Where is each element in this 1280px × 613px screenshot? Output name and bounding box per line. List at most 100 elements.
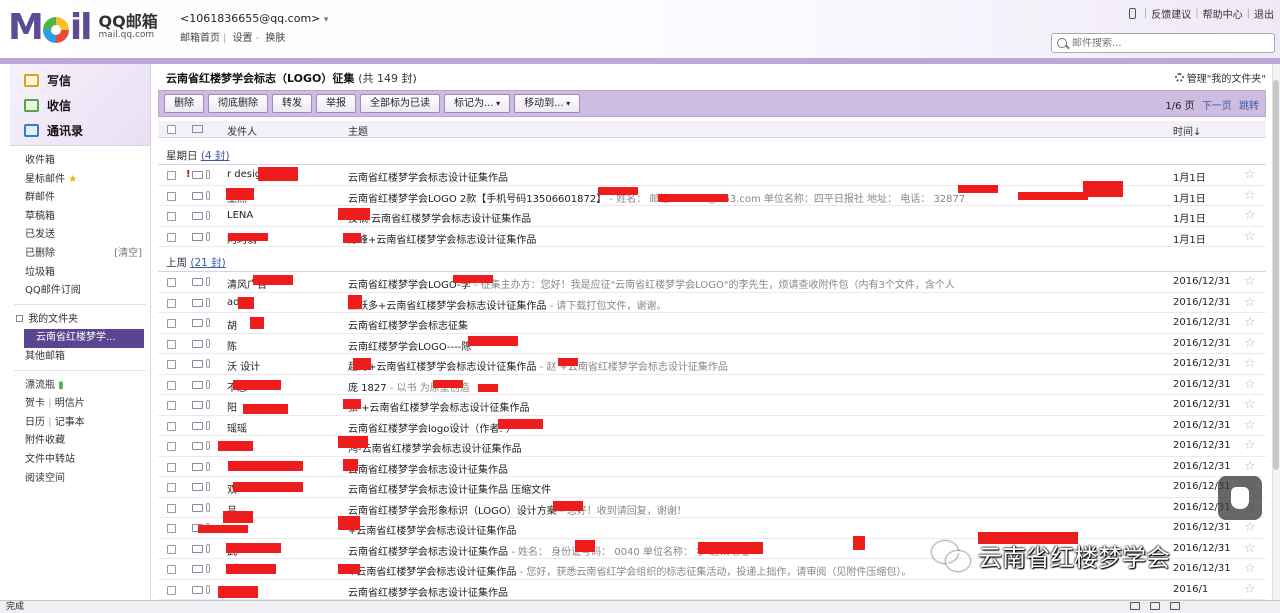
table-row[interactable]: 阿珂翁陈峰+云南省红楼梦学会标志设计征集作品 1月1日☆ — [158, 227, 1266, 247]
star-icon[interactable]: ☆ — [1244, 167, 1256, 182]
sidebar-item-cards[interactable]: 贺卡 | 明信片 — [10, 395, 150, 414]
sidebar-item-group-mail[interactable]: 群邮件 — [10, 189, 150, 208]
row-checkbox[interactable] — [167, 585, 176, 595]
row-subject[interactable]: 庞 1827 - 以书 为原型创造 — [348, 379, 1148, 394]
row-checkbox[interactable] — [167, 380, 176, 390]
table-row[interactable]: 鸿-云南省红楼梦学会标志设计征集作品 2016/12/31 ☆ — [158, 436, 1266, 457]
receive-button[interactable]: 收信 — [10, 93, 150, 118]
sidebar-item-calendar[interactable]: 日历 — [25, 417, 45, 428]
row-subject[interactable]: 鸿-云南省红楼梦学会标志设计征集作品 — [348, 440, 1148, 455]
star-icon[interactable]: ☆ — [1244, 295, 1256, 310]
row-sender[interactable]: 胡 — [227, 317, 337, 332]
table-row[interactable]: LENA 投稿 云南省红楼梦学会标志设计征集作品 1月1日 ☆ — [158, 206, 1266, 227]
table-row[interactable]: 陈 云南红楼梦学会LOGO----陈 2016/12/31 ☆ — [158, 334, 1266, 354]
sidebar-item-postcard[interactable]: 明信片 — [55, 398, 85, 409]
table-row[interactable]: 瑶瑶 云南省红楼梦学会logo设计（作者: ） 2016/12/31 ☆ — [158, 416, 1266, 436]
row-checkbox[interactable] — [167, 191, 176, 201]
row-sender[interactable]: 陈 — [227, 338, 337, 353]
star-icon[interactable]: ☆ — [1244, 561, 1256, 576]
select-all-checkbox[interactable] — [167, 125, 176, 134]
row-subject[interactable]: 云南省红楼梦学会标志设计征集作品 — [348, 461, 1148, 476]
group-count[interactable]: (21 封) — [190, 257, 225, 269]
column-sender[interactable]: 发件人 — [227, 123, 257, 138]
row-checkbox[interactable] — [167, 298, 176, 308]
sidebar-item-bottle[interactable]: 漂流瓶 ▮ — [10, 377, 150, 396]
table-row[interactable]: 吕 云南省红楼梦学会形象标识（LOGO）设计方案 - 您好！收到请回复，谢谢！2… — [158, 498, 1266, 518]
collapse-icon[interactable] — [16, 314, 23, 322]
report-button[interactable]: 举报 — [316, 94, 356, 113]
row-checkbox[interactable] — [167, 232, 176, 242]
table-row[interactable]: 阳 张 +云南省红楼梦学会标志设计征集作品 2016/12/31 ☆ — [158, 395, 1266, 416]
link-logout[interactable]: 退出 — [1254, 6, 1274, 21]
sidebar-item-active-folder[interactable]: 云南省红楼梦学... — [24, 329, 144, 348]
row-subject[interactable]: 赵海+云南省红楼梦学会标志设计征集作品 - 赵 +云南省红楼梦学会标志设计征集作… — [348, 358, 1148, 373]
row-checkbox[interactable] — [167, 565, 176, 574]
sidebar-item-calendar-notes[interactable]: 日历 | 记事本 — [10, 414, 150, 433]
table-row[interactable]: 云南省红楼梦学会标志设计征集作品 2016/12/31 ☆ — [158, 457, 1266, 477]
speaker-icon[interactable] — [1130, 602, 1140, 610]
row-subject[interactable]: 投稿 云南省红楼梦学会标志设计征集作品 — [348, 210, 1148, 225]
table-row[interactable]: +云南省红楼梦学会标志设计征集作品 2016/12/31 ☆ — [158, 518, 1266, 539]
row-checkbox[interactable] — [167, 278, 176, 287]
row-checkbox[interactable] — [167, 319, 176, 328]
contacts-button[interactable]: 通讯录 — [10, 118, 150, 143]
row-checkbox[interactable] — [167, 442, 176, 451]
row-checkbox[interactable] — [167, 544, 176, 554]
star-icon[interactable]: ☆ — [1244, 315, 1256, 330]
sidebar-item-file-transfer[interactable]: 文件中转站 — [10, 451, 150, 470]
star-icon[interactable]: ☆ — [1244, 188, 1256, 203]
chevron-down-icon[interactable]: ▾ — [324, 15, 329, 25]
scrollbar-thumb[interactable] — [1273, 80, 1279, 470]
sidebar-item-inbox[interactable]: 收件箱 — [10, 152, 150, 171]
star-icon[interactable]: ☆ — [1244, 274, 1256, 289]
sidebar-item-attachments[interactable]: 附件收藏 — [10, 432, 150, 451]
link-skin[interactable]: 换肤 — [265, 33, 285, 44]
row-checkbox[interactable] — [167, 524, 176, 533]
star-icon[interactable]: ☆ — [1244, 418, 1256, 433]
row-checkbox[interactable] — [167, 171, 176, 180]
row-subject[interactable]: 云南省红楼梦学会标志设计征集作品 压缩文件 — [348, 481, 1148, 496]
sidebar-item-starred[interactable]: 星标邮件 ★ — [10, 171, 150, 190]
mark-as-dropdown[interactable]: 标记为... — [444, 94, 511, 113]
row-sender[interactable]: LENA — [227, 210, 337, 221]
next-page-link[interactable]: 下一页 — [1202, 101, 1232, 112]
row-subject[interactable]: 陈峰+云南省红楼梦学会标志设计征集作品 — [348, 231, 1148, 246]
search-input[interactable] — [1072, 37, 1262, 49]
table-row[interactable]: ecrow 云南省红楼梦学会标志设计征集作品 2016/1☆ — [158, 580, 1266, 600]
row-checkbox[interactable] — [167, 421, 176, 431]
row-subject[interactable]: 云南省红楼梦学会logo设计（作者: ） — [348, 420, 1148, 435]
table-row[interactable]: 沃 设计 赵海+云南省红楼梦学会标志设计征集作品 - 赵 +云南省红楼梦学会标志设… — [158, 354, 1266, 375]
star-icon[interactable]: ☆ — [1244, 356, 1256, 371]
row-subject[interactable]: 云南省红楼梦学会标志设计征集作品 — [348, 169, 1148, 184]
qq-mail-logo[interactable]: M il QQ邮箱 mail.qq.com — [8, 6, 158, 48]
move-to-dropdown[interactable]: 移动到... — [514, 94, 581, 113]
compose-button[interactable]: 写信 — [10, 68, 150, 93]
column-time[interactable]: 时间↓ — [1173, 123, 1201, 138]
row-checkbox[interactable] — [167, 360, 176, 369]
delete-button[interactable]: 删除 — [164, 94, 204, 113]
row-checkbox[interactable] — [167, 212, 176, 221]
row-sender[interactable]: 瑶瑶 — [227, 420, 337, 435]
link-mail-home[interactable]: 邮箱首页 — [180, 33, 220, 44]
sidebar-item-subscriptions[interactable]: QQ邮件订阅 — [10, 282, 150, 301]
sidebar-item-deleted[interactable]: 已删除 [清空] — [10, 245, 150, 264]
link-settings[interactable]: 设置 — [233, 33, 253, 44]
permanent-delete-button[interactable]: 彻底删除 — [208, 94, 268, 113]
table-row[interactable]: ador王跃多+云南省红楼梦学会标志设计征集作品 - 请下载打包文件，谢谢。20… — [158, 293, 1266, 313]
floating-bag-button[interactable] — [1218, 476, 1262, 520]
star-icon[interactable]: ☆ — [1244, 229, 1256, 244]
star-icon[interactable]: ☆ — [1244, 520, 1256, 535]
sidebar-item-my-folders[interactable]: 我的文件夹 — [10, 311, 150, 330]
sidebar-item-drafts[interactable]: 草稿箱 — [10, 208, 150, 227]
jump-link[interactable]: 跳转 — [1239, 101, 1259, 112]
row-checkbox[interactable] — [167, 483, 176, 492]
manage-folders-link[interactable]: 管理"我的文件夹" — [1174, 70, 1266, 85]
mark-all-read-button[interactable]: 全部标为已读 — [360, 94, 440, 113]
star-icon[interactable]: ☆ — [1244, 397, 1256, 412]
table-row[interactable]: 双 云南省红楼梦学会标志设计征集作品 压缩文件 2016/12/31☆ — [158, 477, 1266, 498]
row-subject[interactable]: 云南省红楼梦学会标志征集 — [348, 317, 1148, 332]
star-icon[interactable]: ☆ — [1244, 377, 1256, 392]
row-checkbox[interactable] — [167, 339, 176, 349]
column-subject[interactable]: 主题 — [348, 123, 368, 138]
star-icon[interactable]: ☆ — [1244, 582, 1256, 597]
